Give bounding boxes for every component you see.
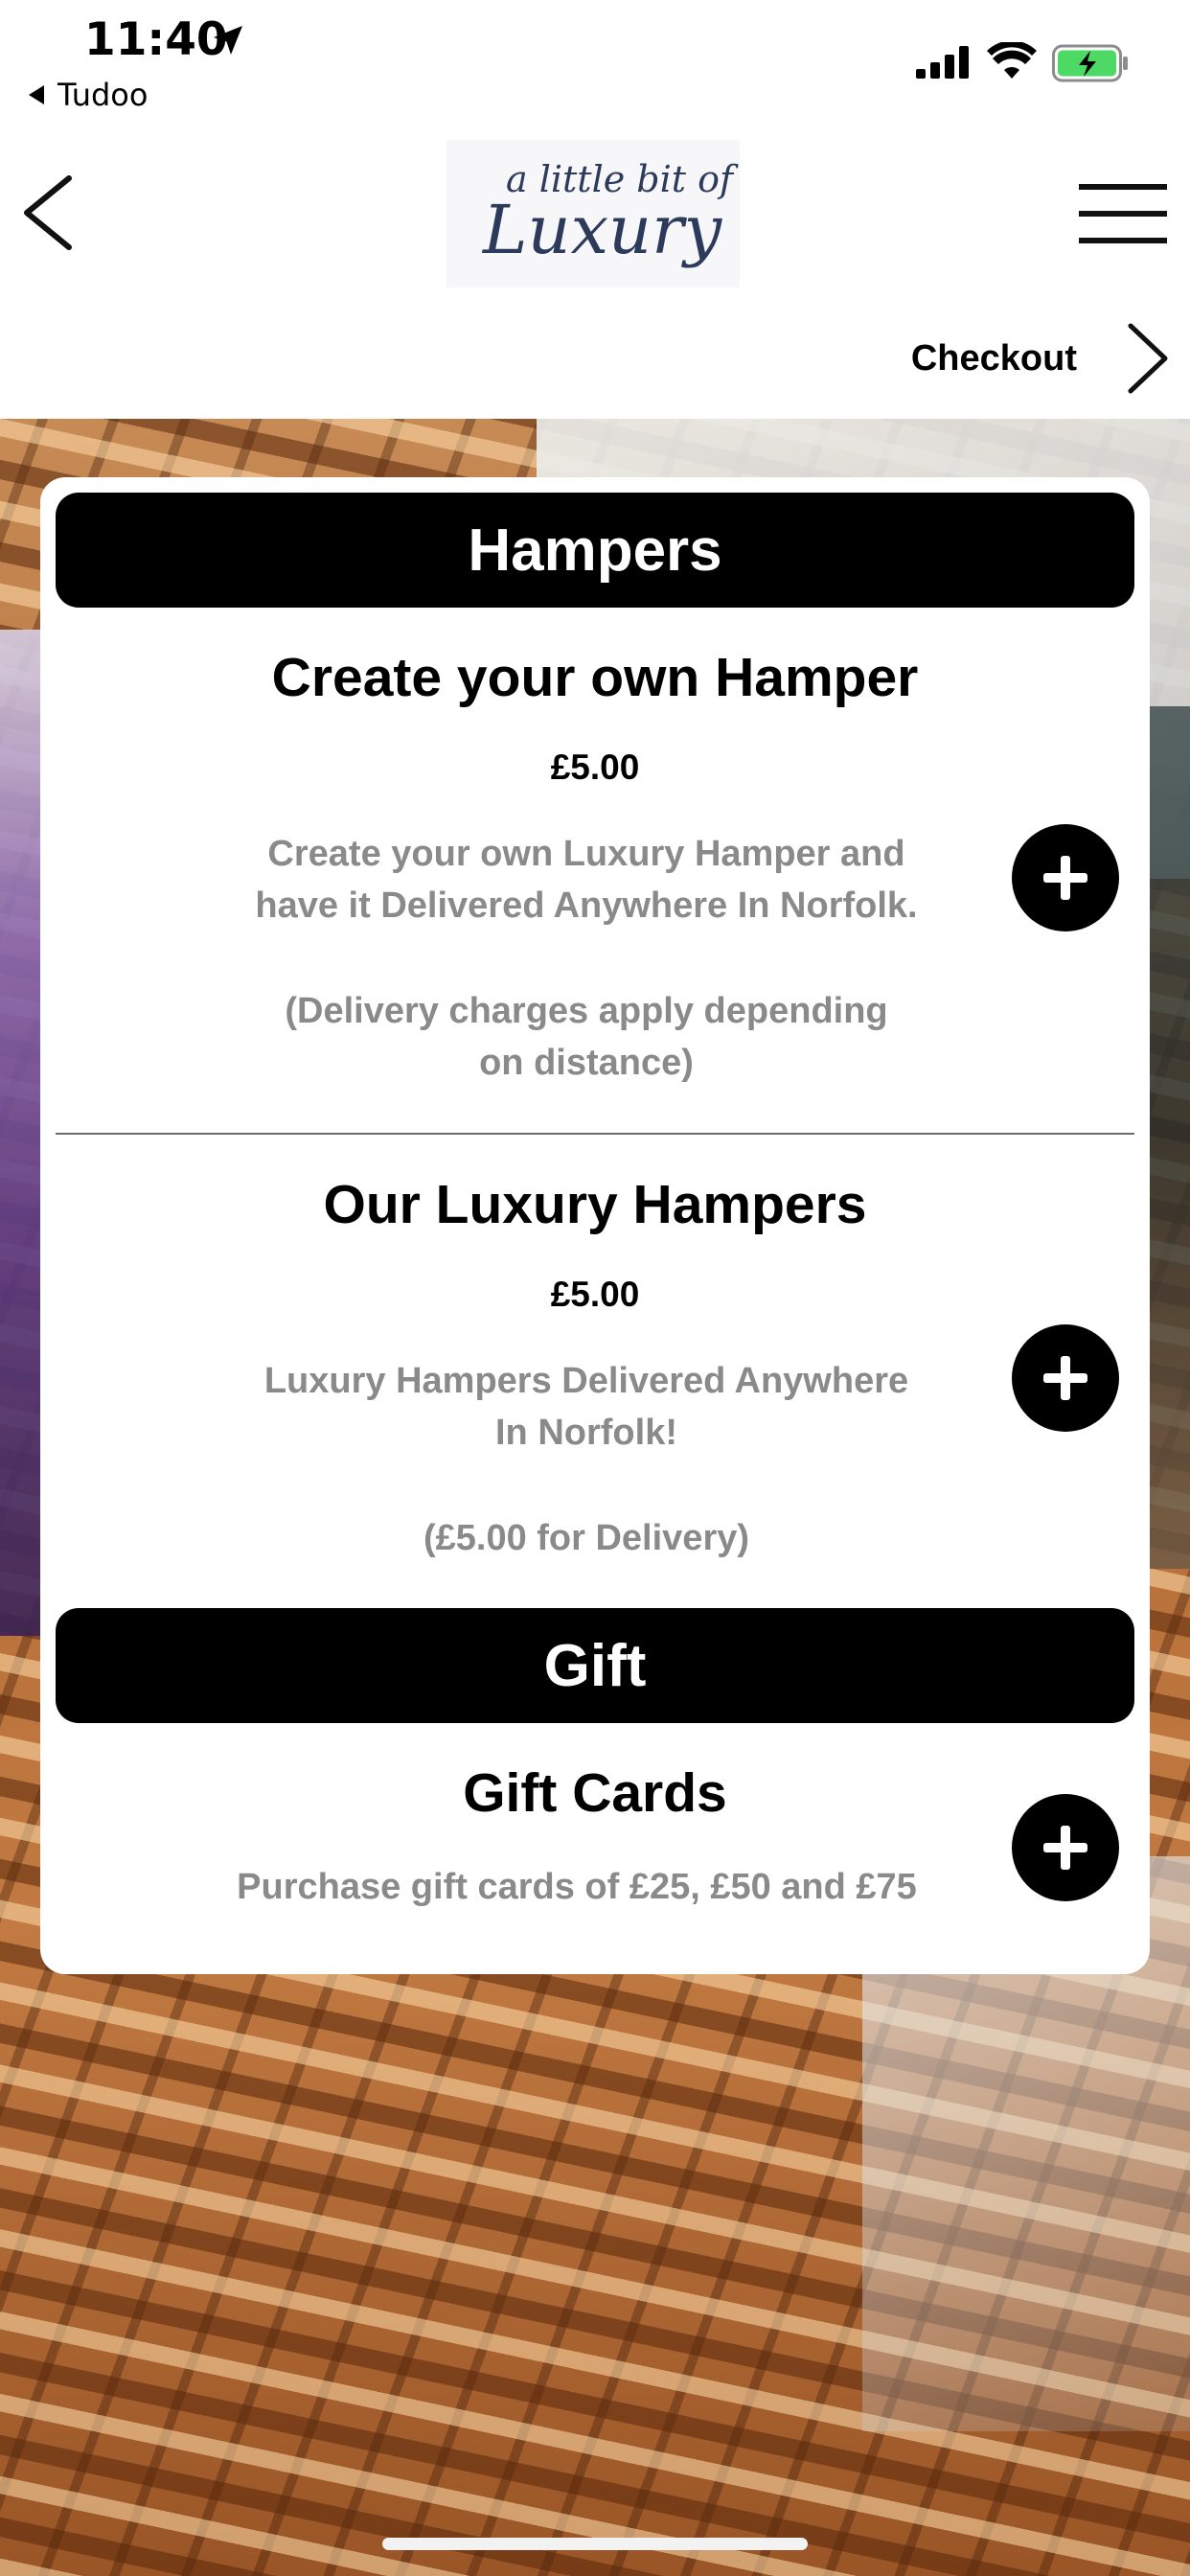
back-button[interactable] (15, 172, 79, 253)
hamburger-menu-button[interactable] (1079, 180, 1171, 247)
item-title: Our Luxury Hampers (323, 1174, 867, 1235)
status-time: 11:40 (84, 13, 228, 66)
back-triangle-icon (29, 85, 44, 104)
plus-icon (1043, 1356, 1087, 1400)
plus-icon (1043, 1826, 1087, 1870)
status-bar: 11:40 Tudoo (0, 0, 1190, 125)
battery-charging-icon (1052, 44, 1128, 82)
item-description-line: Luxury Hampers Delivered Anywhere (263, 1361, 909, 1401)
menu-line (1079, 184, 1167, 190)
checkout-label: Checkout (910, 337, 1077, 379)
home-indicator[interactable] (382, 2538, 808, 2550)
menu-line (1079, 211, 1167, 217)
add-create-hamper-button[interactable] (1012, 824, 1119, 932)
back-app-label: Tudoo (57, 77, 149, 113)
location-arrow-icon (214, 26, 242, 55)
item-note-line: (Delivery charges apply depending (285, 991, 888, 1031)
item-note-line: on distance) (479, 1043, 694, 1083)
section-header-hampers: Hampers (56, 493, 1134, 608)
item-price: £5.00 (550, 748, 640, 787)
item-delivery-note: (£5.00 for Delivery) (184, 1512, 989, 1564)
brand-logo: a little bit of Luxury (446, 140, 740, 288)
chevron-right-icon (1128, 323, 1168, 394)
checkout-link[interactable]: Checkout (911, 322, 1171, 395)
add-luxury-hamper-button[interactable] (1012, 1324, 1119, 1432)
item-description: Luxury Hampers Delivered Anywhere In Nor… (184, 1355, 989, 1459)
item-description: Purchase gift cards of £25, £50 and £75 (155, 1861, 998, 1913)
item-description-line: Create your own Luxury Hamper and (267, 834, 905, 874)
section-header-gift: Gift (56, 1608, 1134, 1723)
item-title: Create your own Hamper (271, 647, 919, 708)
back-to-app-link[interactable]: Tudoo (29, 77, 148, 113)
item-description: Create your own Luxury Hamper and have i… (184, 828, 989, 932)
plus-icon (1043, 856, 1087, 900)
cellular-signal-icon (916, 46, 969, 79)
item-price: £5.00 (550, 1275, 640, 1314)
item-note-line: (£5.00 for Delivery) (423, 1518, 750, 1558)
item-description-line: In Norfolk! (495, 1413, 677, 1453)
menu-line (1079, 238, 1167, 243)
item-title: Gift Cards (463, 1762, 727, 1824)
svg-text:Luxury: Luxury (481, 191, 723, 269)
wifi-icon (987, 42, 1037, 79)
item-description-line: Purchase gift cards of £25, £50 and £75 (237, 1867, 917, 1907)
add-gift-card-button[interactable] (1012, 1794, 1119, 1901)
products-card: Hampers Create your own Hamper £5.00 Cre… (40, 477, 1150, 1974)
item-description-line: have it Delivered Anywhere In Norfolk. (255, 886, 918, 926)
item-divider (56, 1133, 1134, 1135)
item-delivery-note: (Delivery charges apply depending on dis… (184, 985, 989, 1089)
